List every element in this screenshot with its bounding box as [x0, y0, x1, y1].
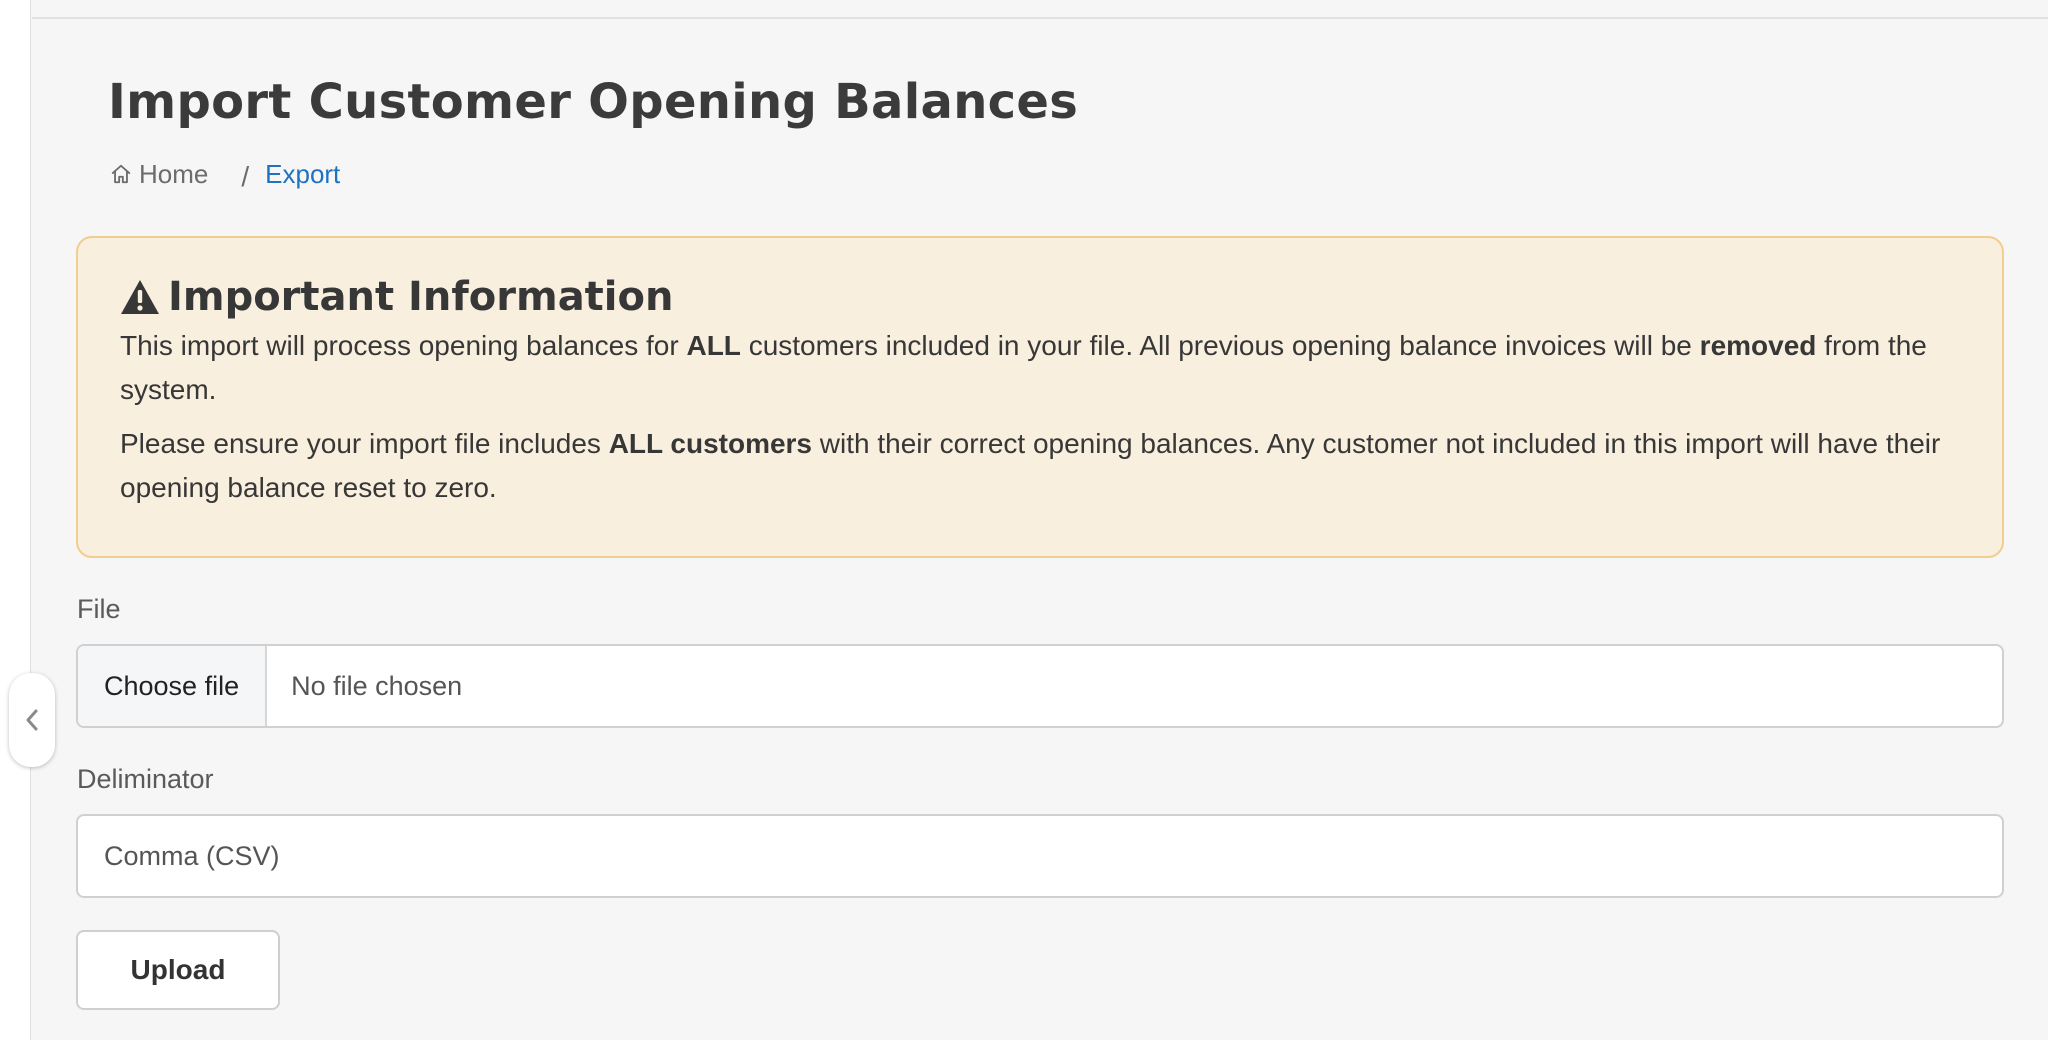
alert-text: customers included in your file. All pre…: [740, 330, 1700, 361]
top-bar: [32, 0, 2048, 19]
breadcrumb: Home / Export: [110, 156, 340, 192]
breadcrumb-home-link[interactable]: Home: [110, 159, 208, 190]
breadcrumb-separator: /: [241, 161, 250, 192]
delimiter-selected-value: Comma (CSV): [104, 840, 280, 871]
alert-text: This import will process opening balance…: [120, 330, 687, 361]
delimiter-field-label: Deliminator: [77, 764, 214, 794]
alert-text: Please ensure your import file includes: [120, 428, 609, 459]
alert-emphasis: ALL: [686, 330, 741, 361]
upload-button[interactable]: Upload: [76, 930, 280, 1010]
file-status-text: No file chosen: [291, 670, 463, 701]
home-icon: [111, 164, 131, 184]
breadcrumb-export-link[interactable]: Export: [265, 159, 340, 190]
alert-paragraph-1: This import will process opening balance…: [120, 324, 1962, 412]
left-sidebar-rail: [0, 0, 31, 1040]
alert-title-text: Important Information: [168, 274, 674, 320]
sidebar-toggle-button[interactable]: [9, 673, 55, 767]
alert-emphasis: removed: [1699, 330, 1817, 361]
chevron-left-icon: [26, 709, 38, 731]
choose-file-button[interactable]: Choose file: [78, 646, 268, 726]
file-input[interactable]: Choose file No file chosen: [76, 644, 2004, 728]
file-field-label: File: [77, 594, 121, 624]
important-info-alert: Important Information This import will p…: [76, 236, 2004, 558]
alert-title: Important Information: [120, 272, 1962, 322]
breadcrumb-home-label: Home: [139, 158, 209, 189]
delimiter-select[interactable]: Comma (CSV): [76, 814, 2004, 898]
alert-paragraph-2: Please ensure your import file includes …: [120, 422, 1962, 510]
alert-emphasis: ALL customers: [608, 428, 813, 459]
page-title: Import Customer Opening Balances: [108, 74, 1079, 130]
warning-triangle-icon: [121, 280, 159, 314]
